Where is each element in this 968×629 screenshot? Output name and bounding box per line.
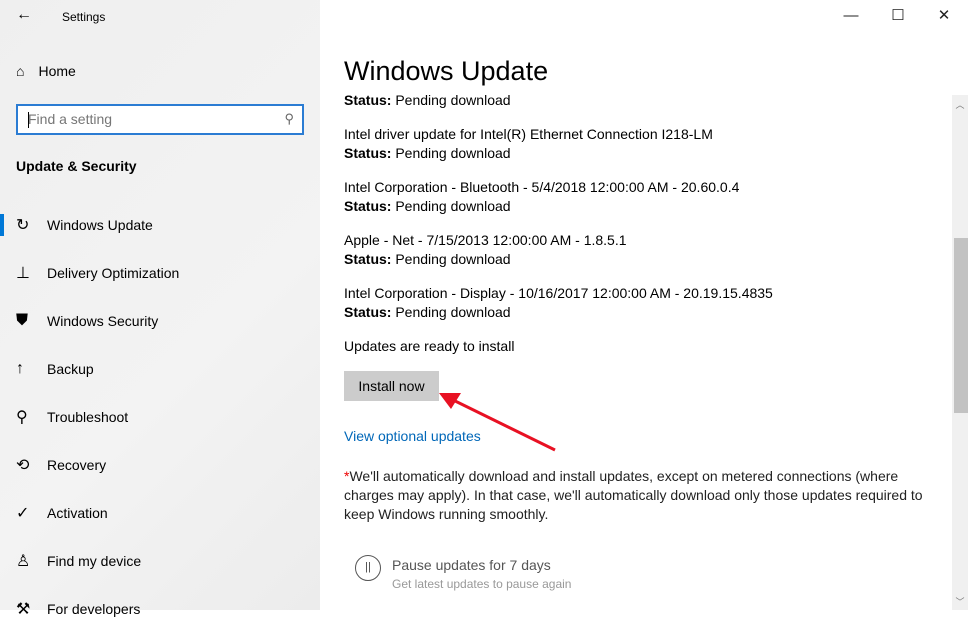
sidebar-item-label: Delivery Optimization: [47, 265, 180, 281]
auto-update-note: *We'll automatically download and instal…: [344, 467, 944, 524]
sidebar-item-recovery[interactable]: ⟲ Recovery: [0, 445, 320, 485]
sidebar-item-troubleshoot[interactable]: ⚲ Troubleshoot: [0, 397, 320, 437]
update-name: Intel Corporation - Bluetooth - 5/4/2018…: [344, 179, 740, 195]
main-content: — ☐ ✕ Windows Update Status: Pending dow…: [320, 0, 968, 610]
text-caret: [28, 112, 29, 128]
status-label: Status:: [344, 304, 392, 320]
maximize-button[interactable]: ☐: [875, 0, 921, 32]
windows-update-icon: ↻: [16, 217, 30, 234]
view-optional-updates-link[interactable]: View optional updates: [344, 428, 481, 444]
minimize-button[interactable]: —: [828, 0, 874, 32]
sidebar-item-label: Windows Update: [47, 217, 153, 233]
update-item: Intel driver update for Intel(R) Etherne…: [344, 125, 713, 163]
sidebar-item-backup[interactable]: ↑ Backup: [0, 349, 320, 389]
sidebar-item-label: For developers: [47, 601, 141, 617]
sidebar-item-label: Recovery: [47, 457, 107, 473]
close-button[interactable]: ✕: [921, 0, 967, 32]
update-status: Status: Pending download: [344, 303, 773, 322]
search-icon[interactable]: ⚲: [284, 111, 294, 127]
update-name: [344, 72, 511, 91]
find-my-device-icon: ♙: [16, 553, 31, 570]
troubleshoot-icon: ⚲: [16, 409, 28, 426]
update-name: Apple - Net - 7/15/2013 12:00:00 AM - 1.…: [344, 232, 627, 248]
note-text: We'll automatically download and install…: [344, 468, 923, 522]
status-value: Pending download: [395, 92, 511, 108]
sidebar-item-windows-update[interactable]: ↻ Windows Update: [0, 205, 320, 245]
windows-security-icon: ⛊: [16, 312, 29, 329]
home-label: Home: [38, 63, 76, 79]
update-item: Apple - Net - 7/15/2013 12:00:00 AM - 1.…: [344, 231, 627, 269]
pause-subtext: Get latest updates to pause again: [392, 577, 572, 591]
update-name: Intel Corporation - Display - 10/16/2017…: [344, 285, 773, 301]
search-placeholder: Find a setting: [28, 111, 113, 127]
recovery-icon: ⟲: [16, 457, 30, 474]
update-status: Status: Pending download: [344, 144, 713, 163]
status-value: Pending download: [395, 198, 511, 214]
sidebar-item-label: Activation: [47, 505, 108, 521]
sidebar-item-for-developers[interactable]: ⚒ For developers: [0, 589, 320, 629]
red-arrow-annotation: [439, 393, 556, 452]
sidebar-item-label: Troubleshoot: [47, 409, 129, 425]
update-status: Status: Pending download: [344, 197, 739, 216]
sidebar-item-delivery-optimization[interactable]: ⊥ Delivery Optimization: [0, 253, 320, 293]
status-label: Status:: [344, 251, 392, 267]
scroll-down-icon[interactable]: ﹀: [952, 595, 968, 608]
status-label: Status:: [344, 92, 392, 108]
search-input[interactable]: Find a setting ⚲: [16, 104, 304, 135]
for-developers-icon: ⚒: [16, 601, 31, 618]
scrollbar-thumb[interactable]: [954, 238, 968, 413]
app-title: Settings: [62, 10, 106, 24]
install-now-button[interactable]: Install now: [344, 371, 439, 401]
delivery-optimization-icon: ⊥: [16, 265, 30, 282]
update-name: Intel driver update for Intel(R) Etherne…: [344, 126, 713, 142]
status-value: Pending download: [395, 304, 511, 320]
section-heading: Update & Security: [16, 158, 137, 174]
pause-icon[interactable]: ||: [355, 555, 381, 581]
sidebar-item-activation[interactable]: ✓ Activation: [0, 493, 320, 533]
update-item: Intel Corporation - Display - 10/16/2017…: [344, 284, 773, 322]
activation-icon: ✓: [16, 505, 30, 522]
sidebar-item-label: Windows Security: [47, 313, 159, 329]
status-label: Status:: [344, 145, 392, 161]
sidebar-item-label: Backup: [47, 361, 94, 377]
backup-icon: ↑: [16, 360, 24, 377]
update-item: Intel Corporation - Bluetooth - 5/4/2018…: [344, 178, 739, 216]
update-item: Status: Pending download: [344, 72, 511, 110]
status-value: Pending download: [395, 251, 511, 267]
sidebar-item-windows-security[interactable]: ⛊ Windows Security: [0, 301, 320, 341]
home-icon: ⌂: [16, 63, 25, 79]
scroll-up-icon[interactable]: ︿: [952, 98, 968, 111]
sidebar: ← Settings ⌂ Home Find a setting ⚲ Update …: [0, 0, 320, 618]
back-arrow-icon[interactable]: ←: [16, 6, 32, 24]
update-status: Status: Pending download: [344, 250, 627, 269]
sidebar-item-label: Find my device: [47, 553, 142, 569]
status-label: Status:: [344, 198, 392, 214]
ready-text: Updates are ready to install: [344, 338, 515, 354]
status-value: Pending download: [395, 145, 511, 161]
sidebar-item-home[interactable]: ⌂ Home: [16, 63, 76, 79]
sidebar-item-find-my-device[interactable]: ♙ Find my device: [0, 541, 320, 581]
pause-updates-link[interactable]: Pause updates for 7 days: [392, 557, 551, 573]
update-status: Status: Pending download: [344, 91, 511, 110]
